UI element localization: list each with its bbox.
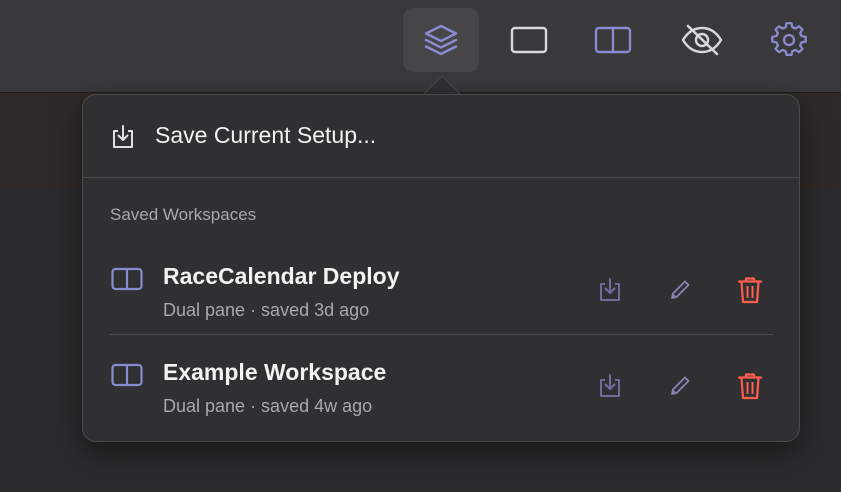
dual-pane-icon — [111, 363, 143, 387]
divider — [83, 177, 799, 178]
toolbar — [0, 0, 841, 93]
save-current-setup-label: Save Current Setup... — [155, 122, 377, 148]
trash-icon — [737, 277, 763, 304]
dual-pane-icon — [111, 267, 143, 291]
rename-workspace-button[interactable] — [665, 275, 695, 305]
pencil-icon — [671, 376, 690, 395]
workspace-name: Example Workspace — [163, 359, 387, 385]
load-workspace-button[interactable] — [595, 275, 625, 305]
download-tray-icon — [600, 374, 620, 397]
divider — [109, 334, 773, 335]
save-current-setup-item[interactable]: Save Current Setup... — [83, 95, 799, 177]
hide-button[interactable] — [664, 8, 740, 72]
gear-icon — [771, 22, 807, 56]
dual-pane-icon — [594, 26, 632, 54]
eye-slash-icon — [681, 24, 723, 56]
workspace-item[interactable]: RaceCalendar Deploy Dual pane · saved 3d… — [83, 245, 799, 335]
save-tray-icon — [113, 125, 133, 148]
workspace-meta: Dual pane · saved 4w ago — [163, 396, 373, 416]
single-pane-button[interactable] — [491, 8, 567, 72]
workspaces-button[interactable] — [403, 8, 479, 72]
section-title: Saved Workspaces — [110, 205, 257, 224]
workspace-meta: Dual pane · saved 3d ago — [163, 300, 370, 320]
rename-workspace-button[interactable] — [665, 371, 695, 401]
download-tray-icon — [600, 278, 620, 301]
delete-workspace-button[interactable] — [735, 371, 765, 401]
dual-pane-button[interactable] — [575, 8, 651, 72]
layers-icon — [424, 24, 458, 56]
workspaces-popover: Save Current Setup... Saved Workspaces R… — [82, 94, 800, 442]
pencil-icon — [671, 280, 690, 299]
load-workspace-button[interactable] — [595, 371, 625, 401]
delete-workspace-button[interactable] — [735, 275, 765, 305]
single-pane-icon — [510, 26, 548, 54]
workspace-name: RaceCalendar Deploy — [163, 263, 400, 289]
settings-button[interactable] — [751, 8, 827, 72]
trash-icon — [737, 373, 763, 400]
workspace-item[interactable]: Example Workspace Dual pane · saved 4w a… — [83, 341, 799, 431]
